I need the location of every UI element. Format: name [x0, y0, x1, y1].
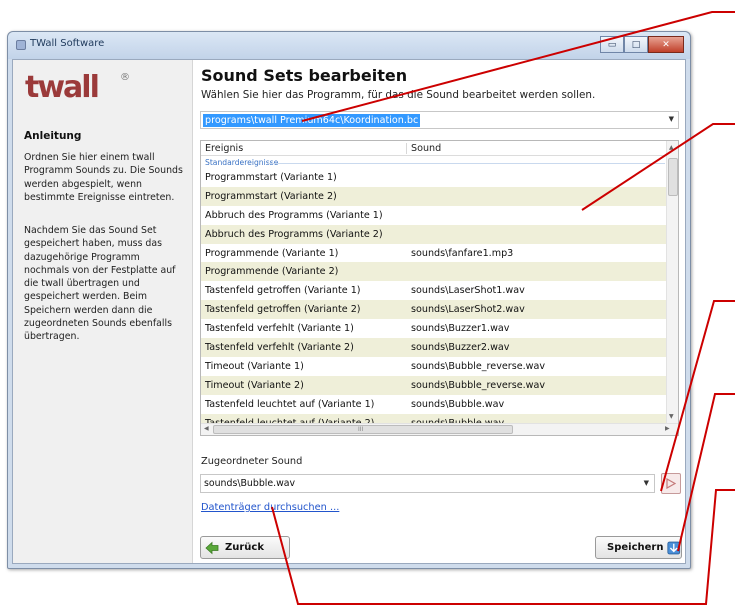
callout-line-table	[581, 123, 735, 211]
annotation-callouts	[271, 11, 735, 605]
screenshot-stage: TWall Software ▭ □ ✕ twall ® Anleitung O…	[0, 0, 736, 607]
callout-line-browse	[271, 489, 735, 605]
callout-line-program	[301, 11, 735, 122]
callout-line-save	[677, 393, 735, 552]
